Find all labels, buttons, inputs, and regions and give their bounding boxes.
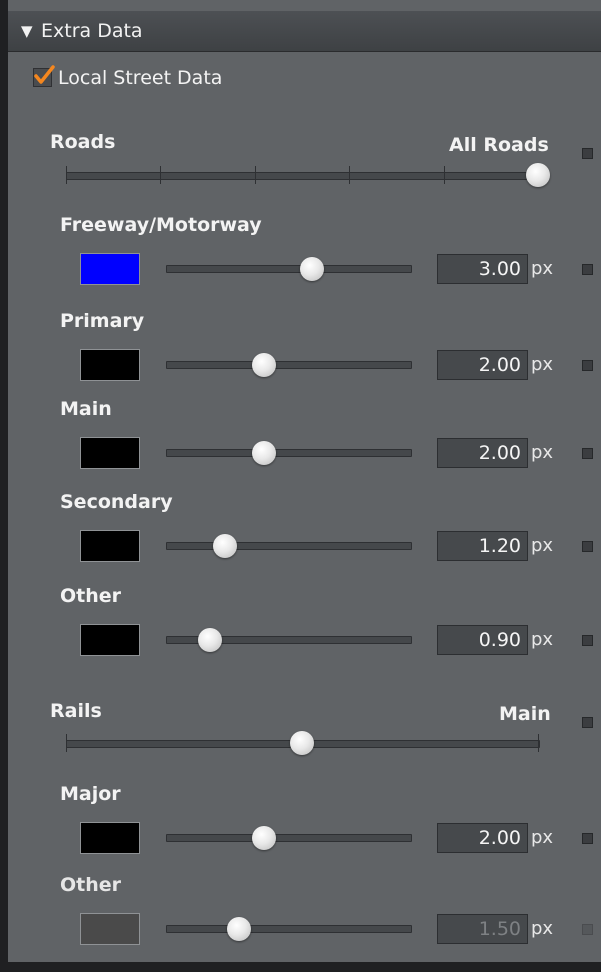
freeway-width-slider-track[interactable] (166, 265, 412, 273)
other-rail-width-slider-track (166, 925, 412, 933)
other-rail-color-swatch (80, 913, 140, 945)
secondary-label: Secondary (60, 491, 173, 513)
roads-keyframe-toggle[interactable] (582, 148, 593, 159)
freeway-color-swatch[interactable] (80, 253, 140, 285)
level-slider-tick (160, 166, 161, 184)
other-rail-keyframe-toggle (582, 924, 593, 935)
level-slider-tick (66, 734, 67, 752)
major-rail-color-swatch[interactable] (80, 822, 140, 854)
roads-value-label: All Roads (449, 134, 549, 156)
section-header-extra-data[interactable]: ▼ Extra Data (8, 11, 601, 52)
primary-label: Primary (60, 310, 145, 332)
secondary-color-swatch[interactable] (80, 530, 140, 562)
rails-label: Rails (50, 700, 102, 722)
freeway-width-unit: px (531, 258, 554, 279)
major-rail-width-unit: px (531, 827, 554, 848)
major-rail-width-slider-track[interactable] (166, 834, 412, 842)
major-rail-keyframe-toggle[interactable] (582, 833, 593, 844)
primary-color-swatch[interactable] (80, 349, 140, 381)
local-street-data-label: Local Street Data (58, 67, 223, 89)
main-width-slider-track[interactable] (166, 449, 412, 457)
other-rail-width-slider-knob (227, 917, 251, 941)
secondary-width-slider-track[interactable] (166, 542, 412, 550)
level-slider-tick (66, 166, 67, 184)
other-road-width-unit: px (531, 629, 554, 650)
rails-keyframe-toggle[interactable] (582, 717, 593, 728)
panel-bottom-border (0, 962, 601, 972)
main-keyframe-toggle[interactable] (582, 448, 593, 459)
secondary-width-slider-knob[interactable] (213, 534, 237, 558)
freeway-width-slider-knob[interactable] (300, 257, 324, 281)
main-width-unit: px (531, 442, 554, 463)
checkmark-icon (34, 65, 55, 84)
freeway-keyframe-toggle[interactable] (582, 264, 593, 275)
freeway-width-input[interactable]: 3.00 (437, 254, 528, 284)
main-width-input[interactable]: 2.00 (437, 438, 528, 468)
major-rail-width-input[interactable]: 2.00 (437, 823, 528, 853)
other-road-keyframe-toggle[interactable] (582, 635, 593, 646)
section-title: Extra Data (41, 20, 143, 42)
primary-width-slider-knob[interactable] (252, 353, 276, 377)
primary-width-input[interactable]: 2.00 (437, 350, 528, 380)
main-label: Main (60, 398, 112, 420)
collapse-triangle-icon[interactable]: ▼ (21, 22, 35, 40)
freeway-label: Freeway/Motorway (60, 214, 262, 236)
other-road-width-slider-knob[interactable] (198, 628, 222, 652)
level-slider-tick (349, 166, 350, 184)
panel-left-border (0, 0, 8, 972)
other-road-color-swatch[interactable] (80, 624, 140, 656)
primary-keyframe-toggle[interactable] (582, 360, 593, 371)
local-street-data-checkbox[interactable] (33, 65, 55, 87)
major-rail-width-slider-knob[interactable] (252, 826, 276, 850)
roads-label: Roads (50, 131, 116, 153)
secondary-width-unit: px (531, 535, 554, 556)
primary-width-slider-track[interactable] (166, 361, 412, 369)
other-rail-label: Other (60, 874, 122, 896)
primary-width-unit: px (531, 354, 554, 375)
level-slider-track[interactable] (66, 172, 540, 180)
other-rail-width-input: 1.50 (437, 914, 528, 944)
secondary-keyframe-toggle[interactable] (582, 541, 593, 552)
level-slider-tick (444, 166, 445, 184)
main-width-slider-knob[interactable] (252, 441, 276, 465)
main-color-swatch[interactable] (80, 437, 140, 469)
other-rail-width-unit: px (531, 918, 554, 939)
major-rail-label: Major (60, 783, 121, 805)
level-slider-knob[interactable] (526, 163, 550, 187)
rails-value-label: Main (499, 703, 551, 725)
other-road-label: Other (60, 585, 122, 607)
level-slider-knob[interactable] (290, 731, 314, 755)
other-road-width-input[interactable]: 0.90 (437, 625, 528, 655)
level-slider-tick (538, 734, 539, 752)
level-slider-tick (255, 166, 256, 184)
secondary-width-input[interactable]: 1.20 (437, 531, 528, 561)
